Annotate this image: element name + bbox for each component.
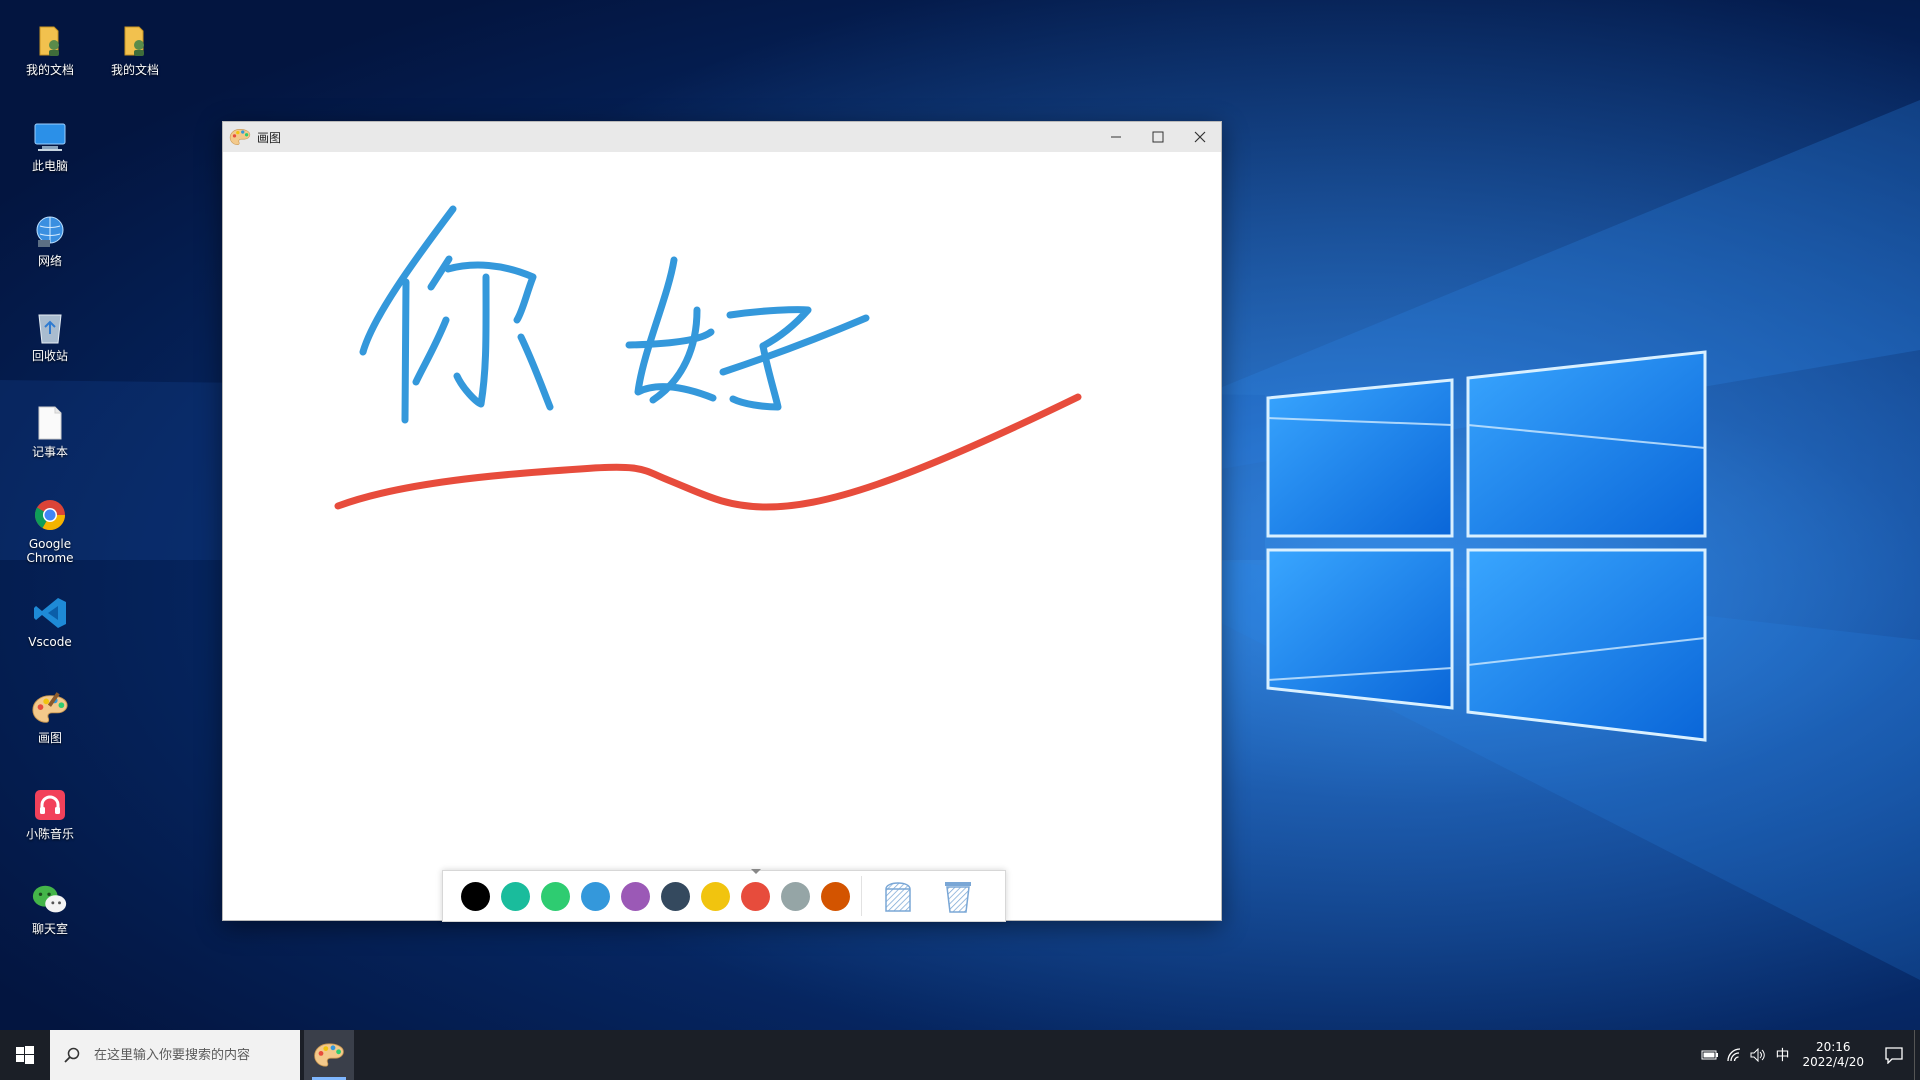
windows-logo-icon [16, 1046, 34, 1064]
paint-palette-icon [229, 126, 251, 148]
network-globe-icon [31, 213, 69, 251]
computer-icon [31, 118, 69, 156]
maximize-icon [1152, 131, 1164, 143]
desktop-icon-my-documents-2[interactable]: 我的文档 [93, 22, 177, 77]
color-swatch[interactable] [541, 881, 570, 911]
desktop-icon-label: Google Chrome [26, 537, 74, 565]
desktop-icon-vscode[interactable]: Vscode [8, 594, 92, 649]
paint-window: 画图 [222, 121, 1222, 922]
window-titlebar[interactable]: 画图 [223, 122, 1221, 152]
ime-indicator[interactable]: 中 [1770, 1030, 1794, 1080]
desktop-icon-label: 小陈音乐 [25, 827, 74, 841]
palette-separator [861, 876, 862, 916]
color-swatch[interactable] [461, 881, 490, 911]
taskbar-app-paint[interactable] [304, 1030, 354, 1080]
clock[interactable]: 20:16 2022/4/20 [1802, 1040, 1864, 1070]
drawing-canvas[interactable] [223, 152, 1221, 920]
user-folder-icon [31, 22, 69, 60]
eraser-button[interactable] [880, 876, 916, 916]
color-swatch[interactable] [741, 881, 770, 911]
desktop-icon-network[interactable]: 网络 [8, 213, 92, 268]
color-swatch[interactable] [821, 881, 850, 911]
recycle-bin-icon [31, 308, 69, 346]
system-tray: 中 20:16 2022/4/20 [1698, 1030, 1920, 1080]
show-desktop-button[interactable] [1914, 1030, 1920, 1080]
start-button[interactable] [0, 1030, 50, 1080]
taskbar: 中 20:16 2022/4/20 [0, 1030, 1920, 1080]
color-palette [442, 870, 1006, 922]
eraser-icon [885, 882, 911, 912]
document-icon [31, 404, 69, 442]
minimize-button[interactable] [1095, 122, 1137, 152]
desktop-icon-paint[interactable]: 画图 [8, 690, 92, 745]
user-folder-icon [116, 22, 154, 60]
window-title: 画图 [257, 130, 282, 145]
vscode-icon [31, 594, 69, 632]
maximize-button[interactable] [1137, 122, 1179, 152]
desktop-icon-notepad[interactable]: 记事本 [8, 404, 92, 459]
desktop-icon-label: 我的文档 [25, 63, 74, 77]
wechat-icon [31, 881, 69, 919]
desktop-icon-label: Vscode [28, 635, 72, 649]
color-swatch[interactable] [501, 881, 530, 911]
desktop-icon-music[interactable]: 小陈音乐 [8, 786, 92, 841]
clear-canvas-button[interactable] [940, 876, 976, 916]
canvas-strokes [334, 205, 1082, 511]
desktop-icon-label: 记事本 [31, 445, 68, 459]
handwriting-strokes [359, 205, 870, 424]
underline-stroke [334, 393, 1082, 511]
clock-time: 20:16 [1815, 1040, 1851, 1054]
search-icon [50, 1047, 94, 1063]
color-swatch[interactable] [701, 881, 730, 911]
paint-palette-icon [31, 690, 69, 728]
desktop-icon-label: 我的文档 [110, 63, 159, 77]
chrome-icon [31, 496, 69, 534]
window-controls [1095, 122, 1221, 152]
desktop-icon-label: 画图 [37, 731, 62, 745]
color-swatch[interactable] [781, 881, 810, 911]
paint-palette-icon [314, 1043, 344, 1067]
headphones-icon [31, 786, 69, 824]
desktop-icon-this-pc[interactable]: 此电脑 [8, 118, 92, 173]
desktop-icon-label: 聊天室 [31, 922, 68, 936]
desktop-icon-chat[interactable]: 聊天室 [8, 881, 92, 936]
action-center-button[interactable] [1874, 1046, 1914, 1064]
color-swatch[interactable] [661, 881, 690, 911]
search-input[interactable] [94, 1047, 284, 1063]
desktop-icon-label: 网络 [37, 254, 62, 268]
desktop-icon-label: 此电脑 [31, 159, 68, 173]
desktop-icon-my-documents[interactable]: 我的文档 [8, 22, 92, 77]
desktop-icon-recycle-bin[interactable]: 回收站 [8, 308, 92, 363]
desktop-icon-label: 回收站 [31, 349, 68, 363]
volume-icon[interactable] [1746, 1030, 1770, 1080]
clock-date: 2022/4/20 [1802, 1055, 1864, 1069]
battery-icon[interactable] [1698, 1030, 1722, 1080]
taskbar-search[interactable] [50, 1030, 300, 1080]
trash-icon [945, 882, 971, 913]
minimize-icon [1111, 136, 1121, 138]
network-icon[interactable] [1722, 1030, 1746, 1080]
color-swatch[interactable] [581, 881, 610, 911]
desktop-icon-chrome[interactable]: Google Chrome [8, 496, 92, 565]
notification-icon [1885, 1047, 1903, 1064]
close-button[interactable] [1179, 122, 1221, 152]
close-icon [1194, 131, 1206, 143]
color-swatch[interactable] [621, 881, 650, 911]
